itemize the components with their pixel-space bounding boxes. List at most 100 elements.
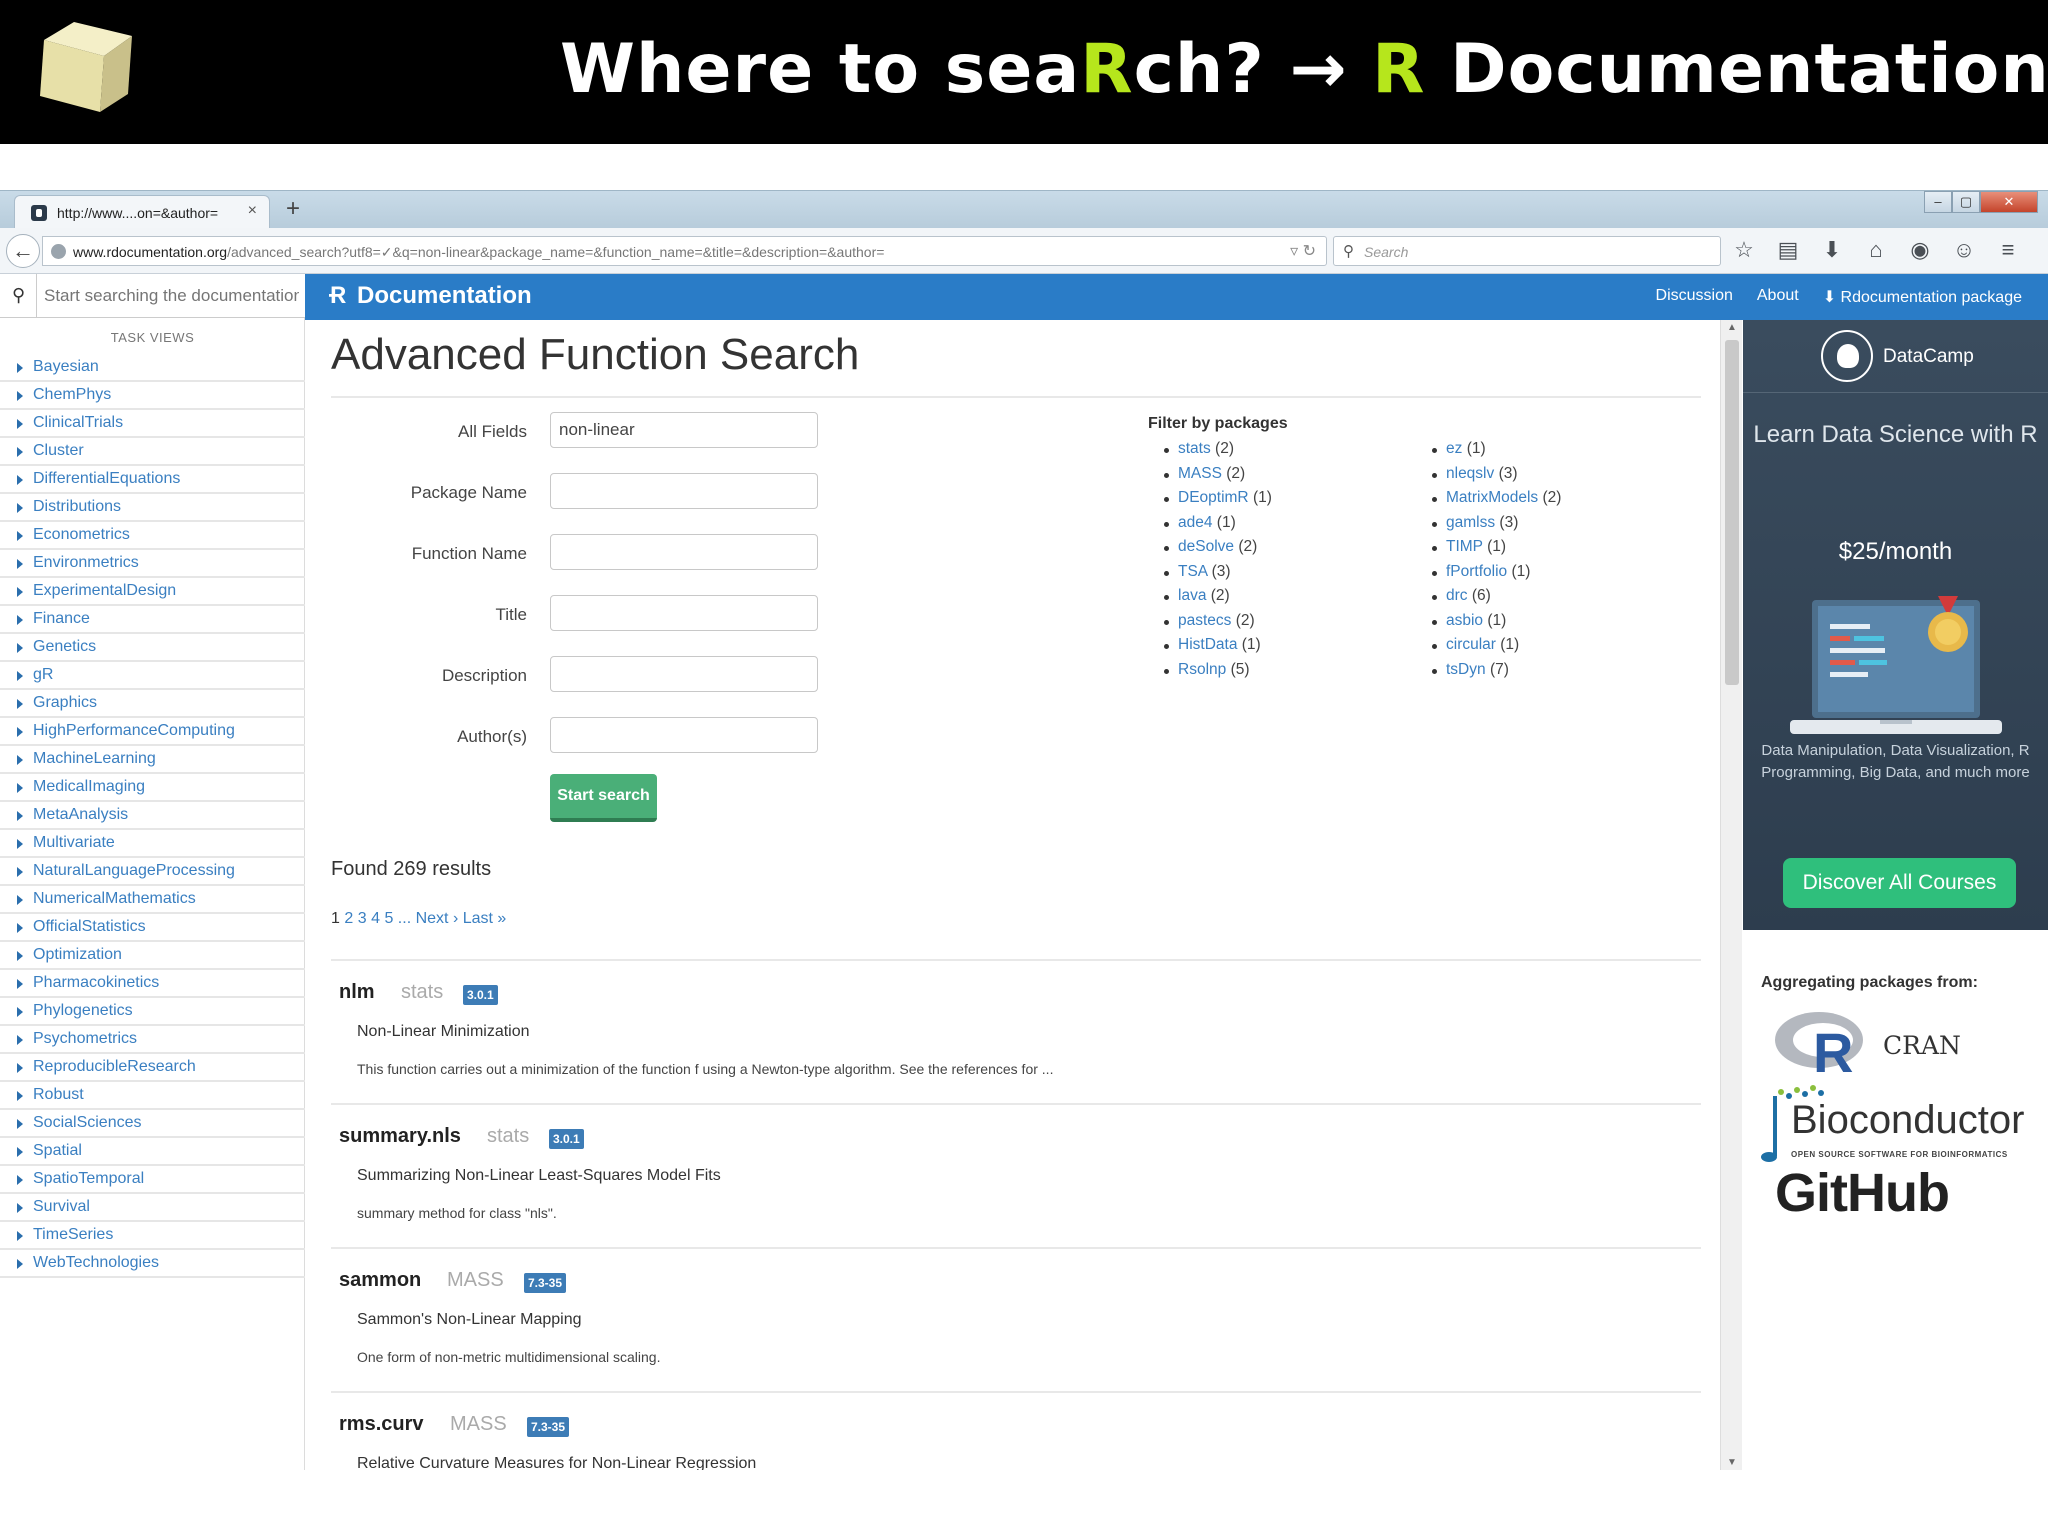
task-view-item[interactable]: OfficialStatistics xyxy=(0,914,305,942)
task-view-item[interactable]: Cluster xyxy=(0,438,305,466)
back-arrow-icon[interactable]: ← xyxy=(6,234,40,268)
filter-package-link[interactable]: lava xyxy=(1178,587,1206,604)
task-view-item[interactable]: Optimization xyxy=(0,942,305,970)
result-function-name[interactable]: rms.curv xyxy=(339,1413,424,1436)
browser-search-input[interactable]: ⚲ Search xyxy=(1333,236,1721,266)
download-icon[interactable]: ⬇ xyxy=(1820,236,1844,264)
task-view-item[interactable]: ReproducibleResearch xyxy=(0,1054,305,1082)
reading-list-icon[interactable]: ▤ xyxy=(1776,236,1800,264)
window-close-icon[interactable]: ✕ xyxy=(1980,191,2038,213)
filter-package-link[interactable]: DEoptimR xyxy=(1178,489,1249,506)
reload-icon[interactable]: ▿ ↻ xyxy=(1290,241,1316,261)
task-view-item[interactable]: Distributions xyxy=(0,494,305,522)
result-package[interactable]: stats xyxy=(401,981,443,1004)
task-view-item[interactable]: MetaAnalysis xyxy=(0,802,305,830)
task-view-item[interactable]: Finance xyxy=(0,606,305,634)
start-search-button[interactable]: Start search xyxy=(550,774,657,822)
filter-package-link[interactable]: MASS xyxy=(1178,465,1222,482)
filter-package-link[interactable]: TSA xyxy=(1178,563,1207,580)
task-view-item[interactable]: ClinicalTrials xyxy=(0,410,305,438)
task-view-item[interactable]: Econometrics xyxy=(0,522,305,550)
task-view-item[interactable]: Genetics xyxy=(0,634,305,662)
task-view-item[interactable]: MedicalImaging xyxy=(0,774,305,802)
filter-package-link[interactable]: ade4 xyxy=(1178,514,1212,531)
task-view-item[interactable]: WebTechnologies xyxy=(0,1250,305,1278)
task-view-item[interactable]: Survival xyxy=(0,1194,305,1222)
scroll-down-icon[interactable]: ▼ xyxy=(1727,1457,1737,1468)
page-link[interactable]: 2 xyxy=(344,910,353,927)
sidebar-search-input[interactable] xyxy=(44,284,299,308)
last-page-link[interactable]: Last » xyxy=(463,910,507,927)
filter-package-link[interactable]: deSolve xyxy=(1178,538,1234,555)
new-tab-button[interactable]: + xyxy=(286,195,300,223)
filter-package-link[interactable]: asbio xyxy=(1446,612,1483,629)
page-link[interactable]: 4 xyxy=(371,910,380,927)
filter-package-link[interactable]: Rsolnp xyxy=(1178,661,1226,678)
page-link[interactable]: 5 xyxy=(384,910,393,927)
task-view-item[interactable]: TimeSeries xyxy=(0,1222,305,1250)
task-view-item[interactable]: MachineLearning xyxy=(0,746,305,774)
result-package[interactable]: MASS xyxy=(450,1413,507,1436)
filter-package-link[interactable]: nleqslv xyxy=(1446,465,1494,482)
chat-icon[interactable]: ☺ xyxy=(1952,236,1976,264)
menu-icon[interactable]: ≡ xyxy=(1996,236,2020,264)
about-link[interactable]: About xyxy=(1757,287,1799,307)
task-view-item[interactable]: Bayesian xyxy=(0,354,305,382)
title-input[interactable] xyxy=(550,595,818,631)
task-view-item[interactable]: Pharmacokinetics xyxy=(0,970,305,998)
maximize-icon[interactable]: ▢ xyxy=(1952,191,1980,213)
task-view-item[interactable]: NaturalLanguageProcessing xyxy=(0,858,305,886)
task-view-item[interactable]: ChemPhys xyxy=(0,382,305,410)
filter-package-link[interactable]: HistData xyxy=(1178,636,1237,653)
package-name-input[interactable] xyxy=(550,473,818,509)
filter-package-link[interactable]: TIMP xyxy=(1446,538,1483,555)
description-input[interactable] xyxy=(550,656,818,692)
filter-package-link[interactable]: stats xyxy=(1178,440,1211,457)
task-view-item[interactable]: gR xyxy=(0,662,305,690)
browser-tab[interactable]: http://www....on=&author= × xyxy=(14,195,270,229)
site-brand[interactable]: Ɍ Documentation xyxy=(329,282,532,310)
result-function-name[interactable]: nlm xyxy=(339,981,375,1004)
task-view-item[interactable]: Phylogenetics xyxy=(0,998,305,1026)
tab-close-icon[interactable]: × xyxy=(248,202,257,220)
next-page-link[interactable]: Next › xyxy=(416,910,459,927)
task-view-item[interactable]: SpatioTemporal xyxy=(0,1166,305,1194)
page-link[interactable]: 3 xyxy=(358,910,367,927)
task-view-item[interactable]: Environmetrics xyxy=(0,550,305,578)
filter-package-link[interactable]: tsDyn xyxy=(1446,661,1486,678)
authors-input[interactable] xyxy=(550,717,818,753)
home-icon[interactable]: ⌂ xyxy=(1864,236,1888,264)
filter-package-link[interactable]: ez xyxy=(1446,440,1462,457)
filter-package-link[interactable]: MatrixModels xyxy=(1446,489,1538,506)
task-view-item[interactable]: Spatial xyxy=(0,1138,305,1166)
filter-package-link[interactable]: drc xyxy=(1446,587,1468,604)
cran-logo[interactable]: R CRAN xyxy=(1773,1008,2048,1078)
task-view-item[interactable]: ExperimentalDesign xyxy=(0,578,305,606)
datacamp-ad[interactable]: DataCamp Learn Data Science with R $25/m… xyxy=(1743,320,2048,930)
filter-package-link[interactable]: circular xyxy=(1446,636,1496,653)
adblock-icon[interactable]: ◉ xyxy=(1908,236,1932,264)
scrollbar-thumb[interactable] xyxy=(1725,340,1739,685)
result-function-name[interactable]: summary.nls xyxy=(339,1125,461,1148)
result-function-name[interactable]: sammon xyxy=(339,1269,421,1292)
function-name-input[interactable] xyxy=(550,534,818,570)
minimize-icon[interactable]: – xyxy=(1924,191,1952,213)
rdocumentation-package-link[interactable]: ⬇ Rdocumentation package xyxy=(1823,287,2022,307)
github-logo[interactable]: GitHub xyxy=(1775,1162,1950,1224)
all-fields-input[interactable] xyxy=(550,412,818,448)
task-view-item[interactable]: SocialSciences xyxy=(0,1110,305,1138)
scroll-up-icon[interactable]: ▲ xyxy=(1727,322,1737,333)
discover-courses-button[interactable]: Discover All Courses xyxy=(1783,858,2016,908)
address-bar[interactable]: www.rdocumentation.org/advanced_search?u… xyxy=(42,236,1327,266)
task-view-item[interactable]: Robust xyxy=(0,1082,305,1110)
task-view-item[interactable]: Multivariate xyxy=(0,830,305,858)
filter-package-link[interactable]: pastecs xyxy=(1178,612,1231,629)
task-view-item[interactable]: Psychometrics xyxy=(0,1026,305,1054)
task-view-item[interactable]: DifferentialEquations xyxy=(0,466,305,494)
filter-package-link[interactable]: gamlss xyxy=(1446,514,1495,531)
bioconductor-logo[interactable]: Bioconductor OPEN SOURCE SOFTWARE FOR BI… xyxy=(1761,1084,2048,1164)
result-package[interactable]: MASS xyxy=(447,1269,504,1292)
task-view-item[interactable]: HighPerformanceComputing xyxy=(0,718,305,746)
page-scrollbar[interactable]: ▲ ▼ xyxy=(1720,320,1742,1470)
result-package[interactable]: stats xyxy=(487,1125,529,1148)
